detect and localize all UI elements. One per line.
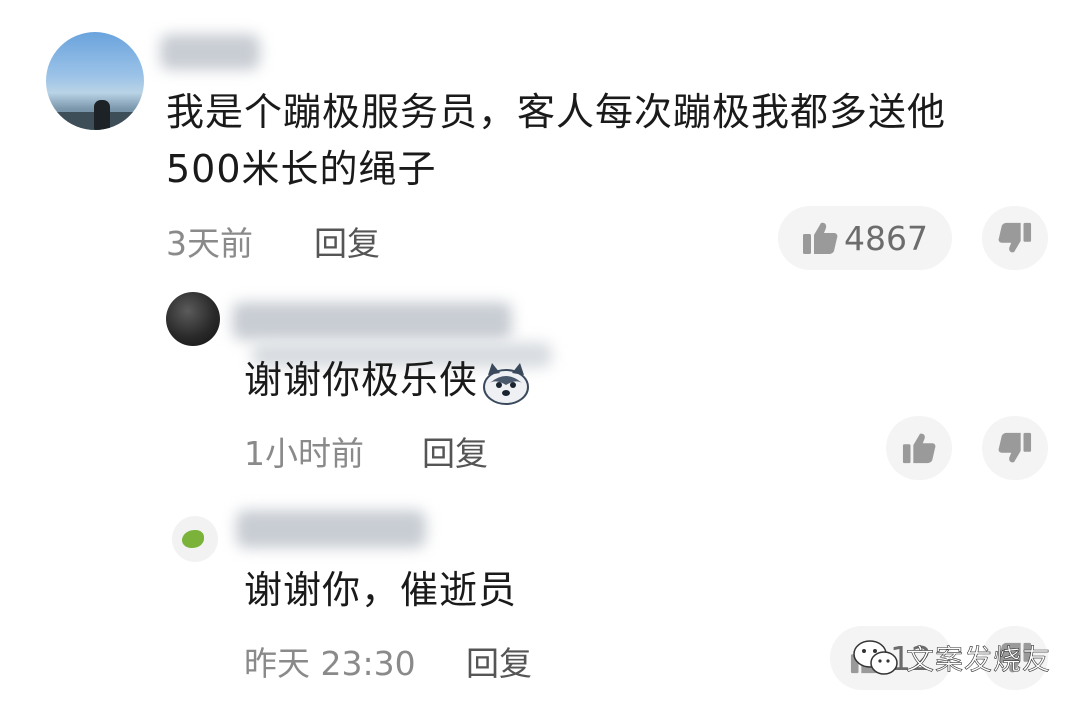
thumbs-up-icon (902, 433, 936, 464)
thumbs-up-icon (803, 222, 838, 254)
wechat-icon (853, 640, 898, 675)
avatar-leaf (182, 530, 204, 548)
husky-emoji (480, 361, 532, 405)
comment-text-line1: 我是个蹦极服务员，客人每次蹦极我都多送他 (166, 90, 947, 134)
comment-dislike-button[interactable] (982, 206, 1048, 270)
reply-name-blurred[interactable] (232, 302, 512, 340)
reply-text: 谢谢你极乐侠 (244, 352, 532, 409)
reply2-name-blurred[interactable] (236, 510, 426, 548)
reply-reply-button[interactable]: 回复 (422, 427, 488, 475)
reply2-text: 谢谢你，催逝员 (244, 568, 518, 612)
watermark: 文案发烧友 (852, 638, 1051, 678)
comment-like-button[interactable]: 4867 (778, 206, 952, 270)
watermark-text: 文案发烧友 (906, 643, 1052, 677)
commenter-name-blurred[interactable] (160, 34, 260, 70)
comment-reply-button[interactable]: 回复 (314, 217, 380, 265)
comment-timestamp: 3天前 (166, 224, 253, 263)
reply-timestamp: 1小时前 (244, 434, 364, 473)
thumbs-down-icon (998, 222, 1032, 253)
reply2-timestamp: 昨天 23:30 (244, 644, 416, 683)
reply2-avatar[interactable] (172, 516, 218, 562)
thumbs-down-icon (998, 432, 1032, 463)
reply-avatar[interactable] (166, 292, 220, 346)
reply-like-button[interactable] (886, 416, 952, 480)
avatar-figure (94, 100, 110, 130)
reply-dislike-button[interactable] (982, 416, 1048, 480)
like-count: 4867 (844, 218, 928, 258)
comment-text-line2: 500米长的绳子 (166, 147, 437, 191)
reply-text-content: 谢谢你极乐侠 (244, 358, 479, 402)
commenter-avatar[interactable] (46, 32, 144, 130)
reply2-reply-button[interactable]: 回复 (466, 637, 532, 685)
